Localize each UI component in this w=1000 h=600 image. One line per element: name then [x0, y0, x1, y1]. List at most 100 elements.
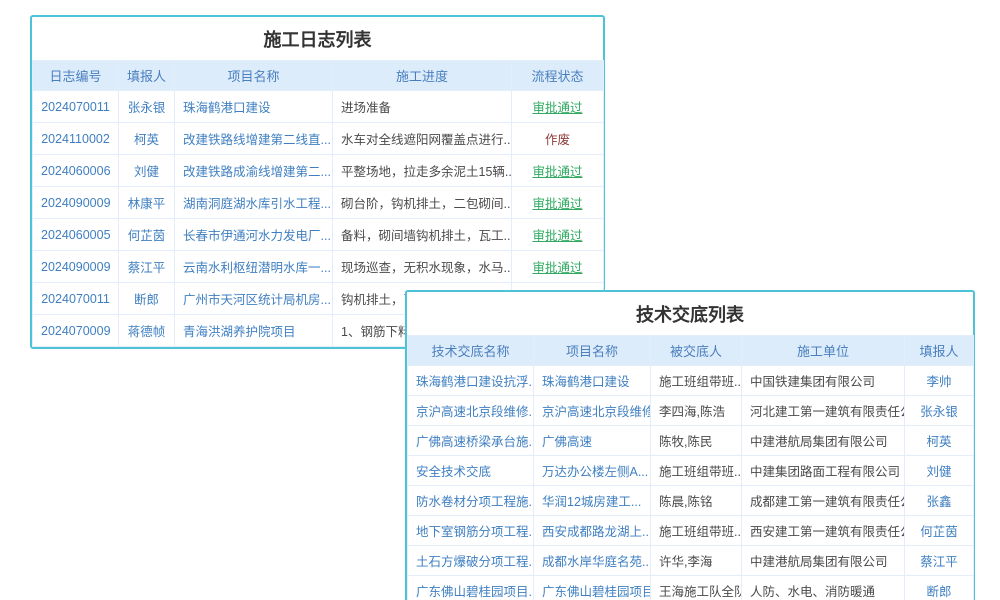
tech-name-link[interactable]: 防水卷材分项工程施...: [408, 486, 534, 516]
tech-person-cell: 李四海,陈浩: [651, 396, 742, 426]
log-id-cell[interactable]: 2024070011: [33, 283, 119, 315]
log-status-badge[interactable]: 审批通过: [512, 219, 604, 251]
tech-disclosure-table: 技术交底名称 项目名称 被交底人 施工单位 填报人 珠海鹤港口建设抗浮... 珠…: [407, 335, 974, 600]
log-header-id: 日志编号: [33, 61, 119, 91]
log-table-row[interactable]: 2024060005 何芷茵 长春市伊通河水力发电厂... 备料，砌间墙钩机排土…: [33, 219, 604, 251]
log-progress-cell: 进场准备: [333, 91, 512, 123]
tech-header-row: 技术交底名称 项目名称 被交底人 施工单位 填报人: [408, 336, 974, 366]
tech-person-cell: 陈晨,陈铭: [651, 486, 742, 516]
log-header-reporter: 填报人: [119, 61, 175, 91]
log-progress-cell: 备料，砌间墙钩机排土，瓦工...: [333, 219, 512, 251]
tech-disclosure-title: 技术交底列表: [407, 292, 973, 335]
tech-project-link[interactable]: 广东佛山碧桂园项目: [534, 576, 651, 600]
tech-header-unit: 施工单位: [742, 336, 905, 366]
log-reporter-cell[interactable]: 刘健: [119, 155, 175, 187]
tech-name-link[interactable]: 安全技术交底: [408, 456, 534, 486]
tech-project-link[interactable]: 珠海鹤港口建设: [534, 366, 651, 396]
log-project-link[interactable]: 改建铁路线增建第二线直...: [175, 123, 333, 155]
log-reporter-cell[interactable]: 断郎: [119, 283, 175, 315]
log-id-cell[interactable]: 2024060006: [33, 155, 119, 187]
tech-reporter-cell[interactable]: 张永银: [905, 396, 974, 426]
log-project-link[interactable]: 青海洪湖养护院项目: [175, 315, 333, 347]
tech-table-row[interactable]: 广东佛山碧桂园项目... 广东佛山碧桂园项目 王海施工队全队 人防、水电、消防暖…: [408, 576, 974, 600]
tech-reporter-cell[interactable]: 刘健: [905, 456, 974, 486]
tech-name-link[interactable]: 地下室钢筋分项工程...: [408, 516, 534, 546]
log-table-row[interactable]: 2024060006 刘健 改建铁路成渝线增建第二... 平整场地，拉走多余泥土…: [33, 155, 604, 187]
tech-name-link[interactable]: 土石方爆破分项工程...: [408, 546, 534, 576]
tech-table-row[interactable]: 广佛高速桥梁承台施... 广佛高速 陈牧,陈民 中建港航局集团有限公司 柯英: [408, 426, 974, 456]
log-id-cell[interactable]: 2024090009: [33, 251, 119, 283]
log-reporter-cell[interactable]: 蒋德帧: [119, 315, 175, 347]
tech-table-row[interactable]: 安全技术交底 万达办公楼左侧A... 施工班组带班... 中建集团路面工程有限公…: [408, 456, 974, 486]
log-status-badge[interactable]: 审批通过: [512, 251, 604, 283]
tech-reporter-cell[interactable]: 张鑫: [905, 486, 974, 516]
tech-project-link[interactable]: 广佛高速: [534, 426, 651, 456]
log-table-row[interactable]: 2024090009 林康平 湖南洞庭湖水库引水工程... 砌台阶，钩机排土，二…: [33, 187, 604, 219]
log-project-link[interactable]: 珠海鹤港口建设: [175, 91, 333, 123]
tech-person-cell: 施工班组带班...: [651, 366, 742, 396]
log-project-link[interactable]: 改建铁路成渝线增建第二...: [175, 155, 333, 187]
log-id-cell[interactable]: 2024090009: [33, 187, 119, 219]
log-table-row[interactable]: 2024090009 蔡江平 云南水利枢纽潜明水库一... 现场巡查，无积水现象…: [33, 251, 604, 283]
tech-unit-cell: 成都建工第一建筑有限责任公司: [742, 486, 905, 516]
log-progress-cell: 砌台阶，钩机排土，二包砌间...: [333, 187, 512, 219]
log-progress-cell: 平整场地，拉走多余泥土15辆...: [333, 155, 512, 187]
tech-reporter-cell[interactable]: 李帅: [905, 366, 974, 396]
tech-header-project: 项目名称: [534, 336, 651, 366]
tech-name-link[interactable]: 广东佛山碧桂园项目...: [408, 576, 534, 600]
tech-unit-cell: 中国铁建集团有限公司: [742, 366, 905, 396]
tech-person-cell: 许华,李海: [651, 546, 742, 576]
log-project-link[interactable]: 云南水利枢纽潜明水库一...: [175, 251, 333, 283]
log-id-cell[interactable]: 2024060005: [33, 219, 119, 251]
log-reporter-cell[interactable]: 柯英: [119, 123, 175, 155]
tech-unit-cell: 中建港航局集团有限公司: [742, 546, 905, 576]
log-status-badge[interactable]: 审批通过: [512, 91, 604, 123]
tech-reporter-cell[interactable]: 断郎: [905, 576, 974, 600]
tech-project-link[interactable]: 华润12城房建工...: [534, 486, 651, 516]
log-reporter-cell[interactable]: 林康平: [119, 187, 175, 219]
tech-project-link[interactable]: 万达办公楼左侧A...: [534, 456, 651, 486]
log-header-progress: 施工进度: [333, 61, 512, 91]
tech-project-link[interactable]: 成都水岸华庭名苑...: [534, 546, 651, 576]
log-project-link[interactable]: 湖南洞庭湖水库引水工程...: [175, 187, 333, 219]
tech-person-cell: 王海施工队全队: [651, 576, 742, 600]
log-header-row: 日志编号 填报人 项目名称 施工进度 流程状态: [33, 61, 604, 91]
tech-person-cell: 陈牧,陈民: [651, 426, 742, 456]
tech-disclosure-panel: 技术交底列表 技术交底名称 项目名称 被交底人 施工单位 填报人 珠海鹤港口建设…: [405, 290, 975, 600]
log-id-cell[interactable]: 2024110002: [33, 123, 119, 155]
tech-unit-cell: 西安建工第一建筑有限责任公司: [742, 516, 905, 546]
log-id-cell[interactable]: 2024070011: [33, 91, 119, 123]
tech-reporter-cell[interactable]: 何芷茵: [905, 516, 974, 546]
log-table-row[interactable]: 2024070011 张永银 珠海鹤港口建设 进场准备 审批通过: [33, 91, 604, 123]
tech-name-link[interactable]: 广佛高速桥梁承台施...: [408, 426, 534, 456]
log-table-row[interactable]: 2024110002 柯英 改建铁路线增建第二线直... 水车对全线遮阳网覆盖点…: [33, 123, 604, 155]
tech-name-link[interactable]: 珠海鹤港口建设抗浮...: [408, 366, 534, 396]
tech-reporter-cell[interactable]: 柯英: [905, 426, 974, 456]
log-reporter-cell[interactable]: 张永银: [119, 91, 175, 123]
tech-table-row[interactable]: 防水卷材分项工程施... 华润12城房建工... 陈晨,陈铭 成都建工第一建筑有…: [408, 486, 974, 516]
tech-header-name: 技术交底名称: [408, 336, 534, 366]
tech-table-row[interactable]: 地下室钢筋分项工程... 西安成都路龙湖上... 施工班组带班... 西安建工第…: [408, 516, 974, 546]
tech-table-row[interactable]: 京沪高速北京段维修... 京沪高速北京段维修 李四海,陈浩 河北建工第一建筑有限…: [408, 396, 974, 426]
log-header-status: 流程状态: [512, 61, 604, 91]
tech-project-link[interactable]: 西安成都路龙湖上...: [534, 516, 651, 546]
tech-header-person: 被交底人: [651, 336, 742, 366]
tech-table-row[interactable]: 珠海鹤港口建设抗浮... 珠海鹤港口建设 施工班组带班... 中国铁建集团有限公…: [408, 366, 974, 396]
tech-unit-cell: 中建港航局集团有限公司: [742, 426, 905, 456]
log-status-badge[interactable]: 审批通过: [512, 187, 604, 219]
tech-table-row[interactable]: 土石方爆破分项工程... 成都水岸华庭名苑... 许华,李海 中建港航局集团有限…: [408, 546, 974, 576]
log-status-badge[interactable]: 作废: [512, 123, 604, 155]
tech-name-link[interactable]: 京沪高速北京段维修...: [408, 396, 534, 426]
tech-unit-cell: 人防、水电、消防暖通: [742, 576, 905, 600]
log-reporter-cell[interactable]: 何芷茵: [119, 219, 175, 251]
log-reporter-cell[interactable]: 蔡江平: [119, 251, 175, 283]
tech-header-reporter: 填报人: [905, 336, 974, 366]
log-project-link[interactable]: 广州市天河区统计局机房...: [175, 283, 333, 315]
log-id-cell[interactable]: 2024070009: [33, 315, 119, 347]
tech-project-link[interactable]: 京沪高速北京段维修: [534, 396, 651, 426]
log-status-badge[interactable]: 审批通过: [512, 155, 604, 187]
tech-reporter-cell[interactable]: 蔡江平: [905, 546, 974, 576]
log-project-link[interactable]: 长春市伊通河水力发电厂...: [175, 219, 333, 251]
tech-unit-cell: 中建集团路面工程有限公司: [742, 456, 905, 486]
construction-log-title: 施工日志列表: [32, 17, 603, 60]
